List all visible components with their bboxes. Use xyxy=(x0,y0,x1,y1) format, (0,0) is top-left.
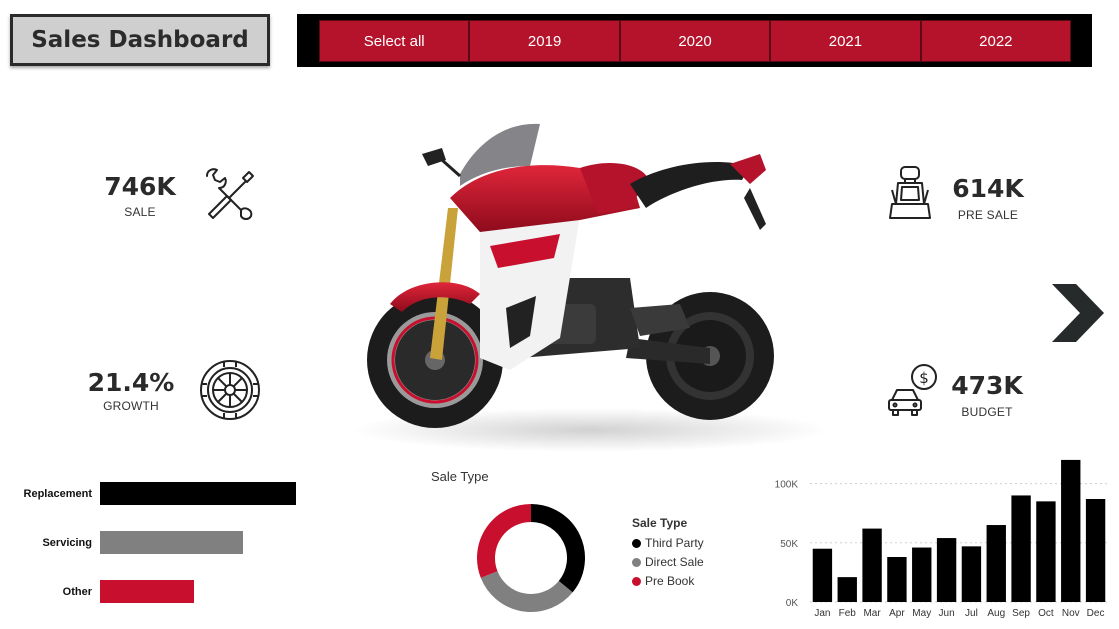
legend-item[interactable]: Direct Sale xyxy=(632,555,704,569)
sale-type-donut-chart xyxy=(477,504,585,612)
slicer-select-all-button[interactable]: Select all xyxy=(319,20,470,62)
y-tick-label: 50K xyxy=(780,539,798,550)
svg-text:$: $ xyxy=(919,369,929,387)
kpi-sale-value: 746K xyxy=(104,172,176,201)
legend-dot xyxy=(632,557,641,567)
column-bar[interactable] xyxy=(1011,495,1031,602)
column-bar[interactable] xyxy=(837,577,857,602)
hbar-label: Replacement xyxy=(23,487,92,500)
kpi-growth-value: 21.4% xyxy=(87,368,175,397)
donut-slice[interactable] xyxy=(480,570,573,612)
chevron-right-icon[interactable] xyxy=(1048,282,1106,344)
kpi-growth: 21.4% GROWTH xyxy=(86,370,176,413)
column-bar[interactable] xyxy=(961,546,982,602)
slicer-2019-button[interactable]: 2019 xyxy=(469,20,620,62)
slicer-2020-button[interactable]: 2020 xyxy=(619,20,771,62)
kpi-growth-label: GROWTH xyxy=(103,399,159,413)
x-tick-label: Jan xyxy=(814,608,830,619)
hbar-label: Other xyxy=(62,585,92,598)
column-bar[interactable] xyxy=(1085,498,1106,602)
hbar-row-servicing: Servicing xyxy=(0,531,244,554)
x-tick-label: May xyxy=(912,608,931,619)
monthly-sales-column-chart: 0K 50K 100K Jan Feb Mar Apr May Jun Jul Aug Sep Oct N… xyxy=(775,459,1108,619)
legend-dot xyxy=(632,576,641,586)
legend-label: Direct Sale xyxy=(645,555,704,569)
column-bar[interactable] xyxy=(912,547,932,602)
donut-chart-title: Sale Type xyxy=(431,469,489,484)
x-tick-label: Apr xyxy=(889,608,905,619)
kpi-sale: 746K SALE xyxy=(100,174,180,219)
column-bar[interactable] xyxy=(887,557,907,602)
hbar-row-other: Other xyxy=(0,580,195,603)
legend-label: Third Party xyxy=(645,536,704,550)
kpi-pre-sale-value: 614K xyxy=(952,174,1024,203)
donut-slice[interactable] xyxy=(530,504,585,593)
year-slicer: Select all 2019 2020 2021 2022 xyxy=(297,14,1092,67)
x-tick-label: Oct xyxy=(1038,608,1054,619)
tire-icon xyxy=(200,360,260,420)
hbar-bar[interactable] xyxy=(100,531,244,554)
legend-dot xyxy=(632,538,641,548)
slicer-2021-button[interactable]: 2021 xyxy=(770,20,921,62)
kpi-pre-sale: 614K PRE SALE xyxy=(946,176,1030,222)
x-tick-label: Jun xyxy=(939,608,955,619)
kpi-budget: 473K BUDGET xyxy=(946,373,1028,419)
column-bar[interactable] xyxy=(812,548,833,602)
legend-title: Sale Type xyxy=(632,516,688,530)
column-bar[interactable] xyxy=(986,525,1006,602)
column-bar[interactable] xyxy=(862,528,882,602)
legend-item[interactable]: Third Party xyxy=(632,536,704,550)
tools-icon xyxy=(206,168,254,220)
hbar-label: Servicing xyxy=(42,536,92,549)
kpi-budget-label: BUDGET xyxy=(961,405,1013,419)
x-tick-label: Sep xyxy=(1012,608,1030,619)
column-bar[interactable] xyxy=(1061,459,1081,602)
x-tick-label: Dec xyxy=(1087,608,1105,619)
motorcycle-image xyxy=(350,123,830,452)
sale-type-legend: Sale Type Third Party Direct Sale Pre Book xyxy=(632,516,704,593)
legend-label: Pre Book xyxy=(645,574,695,588)
kpi-pre-sale-label: PRE SALE xyxy=(957,208,1019,222)
kpi-sale-label: SALE xyxy=(124,205,156,219)
car-seat-icon xyxy=(889,166,931,219)
legend-item[interactable]: Pre Book xyxy=(632,574,704,588)
car-dollar-icon: $ xyxy=(888,364,937,416)
page-title: Sales Dashboard xyxy=(10,14,270,66)
x-tick-label: Jul xyxy=(965,608,978,619)
hbar-row-replacement: Replacement xyxy=(0,482,296,505)
kpi-budget-value: 473K xyxy=(951,371,1023,400)
y-tick-label: 100K xyxy=(775,480,799,491)
hbar-bar[interactable] xyxy=(100,580,195,603)
hbar-bar[interactable] xyxy=(100,482,296,505)
x-tick-label: Mar xyxy=(863,608,881,619)
x-tick-label: Feb xyxy=(839,608,857,619)
y-tick-label: 0K xyxy=(786,598,799,609)
slicer-2022-button[interactable]: 2022 xyxy=(920,20,1072,62)
column-bar[interactable] xyxy=(936,538,957,602)
column-bar[interactable] xyxy=(1036,501,1056,602)
x-tick-label: Aug xyxy=(987,608,1005,619)
donut-slice[interactable] xyxy=(477,504,532,578)
x-tick-label: Nov xyxy=(1062,608,1080,619)
